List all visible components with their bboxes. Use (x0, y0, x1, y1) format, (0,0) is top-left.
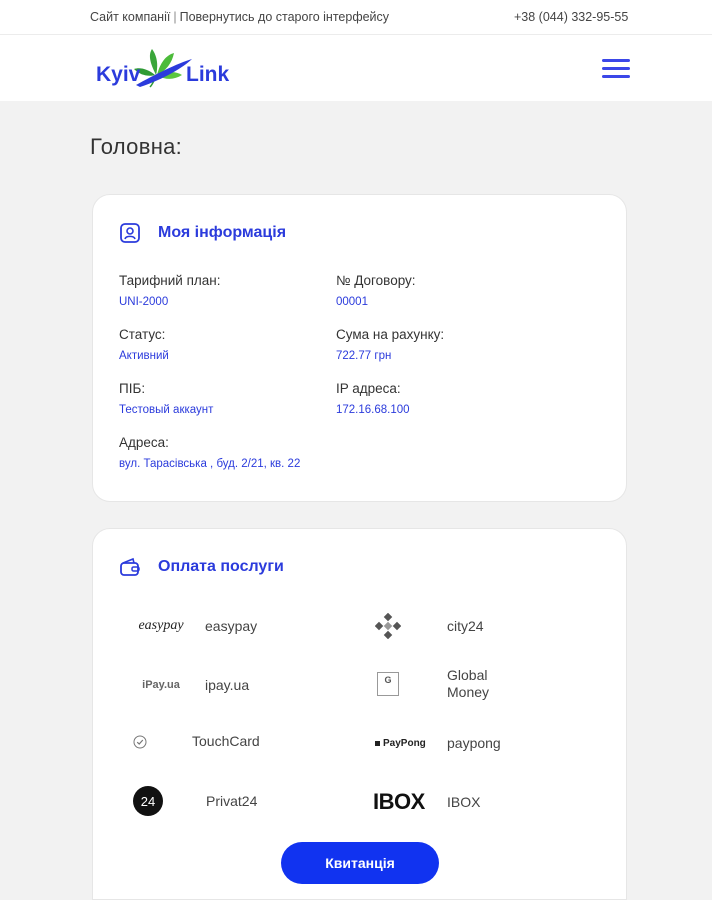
old-interface-link[interactable]: Повернутись до старого інтерфейсу (180, 10, 389, 24)
phone-number[interactable]: +38 (044) 332-95-55 (514, 10, 628, 24)
privat24-logo: 24 (133, 786, 163, 816)
receipt-button[interactable]: Квитанція (281, 842, 439, 884)
hamburger-menu-icon[interactable] (602, 59, 630, 79)
status-field: Статус: Активний (119, 327, 169, 362)
payment-ipay[interactable]: iPay.ua ipay.ua (131, 674, 249, 696)
balance-label: Сума на рахунку: (336, 327, 445, 342)
ipay-logo-text: iPay.ua (142, 679, 180, 691)
global-money-name: Global Money (447, 667, 489, 701)
payment-title: Оплата послуги (158, 558, 284, 575)
payment-city24[interactable]: city24 (375, 613, 484, 639)
paypong-logo-text: PayPong (383, 738, 426, 749)
ip-label: IP адреса: (336, 381, 401, 396)
easypay-logo: easypay (131, 613, 191, 639)
address-label: Адреса: (119, 435, 169, 450)
logo-text-link: Link (186, 63, 229, 86)
top-links: Сайт компанії | Повернутись до старого інт… (90, 10, 389, 24)
balance-field: Сума на рахунку: 722.77 грн (336, 327, 444, 362)
my-info-title: Моя інформація (158, 224, 287, 241)
global-money-name-line2: Money (447, 684, 490, 700)
logo-text-kyiv: Kyiv (96, 63, 141, 86)
ibox-logo-text: IBOX (373, 789, 425, 814)
touchcard-logo (133, 735, 147, 749)
payment-privat24[interactable]: 24 Privat24 (133, 786, 257, 816)
my-info-card: Моя інформація Тарифний план: UNI-2000 №… (92, 194, 627, 502)
easypay-name: easypay (205, 617, 258, 634)
ibox-logo: IBOX (373, 789, 437, 814)
contract-value: 00001 (336, 296, 368, 308)
ipay-name: ipay.ua (205, 676, 250, 693)
payment-touchcard[interactable]: TouchCard (133, 733, 260, 750)
user-id-icon (120, 223, 140, 243)
payment-paypong[interactable]: PayPong paypong (375, 735, 501, 752)
ipay-logo: iPay.ua (131, 674, 191, 696)
contract-field: № Договору: 00001 (336, 273, 416, 308)
touchcard-name: TouchCard (192, 733, 260, 749)
status-value: Активний (119, 350, 169, 362)
check-circle-icon (133, 735, 147, 748)
payment-global-money[interactable]: G Global Money (371, 667, 489, 701)
paypong-logo: PayPong (375, 736, 437, 752)
city24-logo-icon (375, 613, 401, 639)
global-money-name-line1: Global (447, 667, 488, 683)
payment-header: Оплата послуги (119, 555, 284, 579)
tariff-label: Тарифний план: (119, 273, 221, 288)
city24-logo (375, 613, 401, 639)
easypay-logo-text: easypay (138, 618, 184, 633)
header: Kyiv Link (0, 35, 712, 101)
name-label: ПІБ: (119, 381, 146, 396)
global-money-logo: G (371, 667, 405, 701)
logo-graphic: Kyiv Link (96, 49, 229, 88)
page-title: Головна: (90, 134, 183, 159)
privat24-name: Privat24 (206, 792, 258, 809)
status-label: Статус: (119, 327, 166, 342)
balance-value: 722.77 грн (336, 350, 392, 362)
global-money-logo-text: G (384, 675, 392, 685)
contract-label: № Договору: (336, 273, 416, 288)
global-money-logo-frame: G (377, 672, 399, 696)
paypong-logo-mark (375, 741, 380, 746)
name-field: ПІБ: Тестовый аккаунт (119, 381, 213, 416)
top-bar: Сайт компанії | Повернутись до старого інт… (0, 0, 712, 35)
company-site-link[interactable]: Сайт компанії (90, 10, 170, 24)
privat24-logo-text: 24 (140, 793, 156, 809)
tariff-value: UNI-2000 (119, 296, 169, 308)
city24-name: city24 (447, 617, 484, 634)
payment-card: Оплата послуги easypay easypay city24 iP… (92, 528, 627, 900)
paypong-name: paypong (447, 735, 501, 751)
name-value: Тестовый аккаунт (119, 404, 214, 416)
payment-easypay[interactable]: easypay easypay (131, 613, 257, 639)
address-field: Адреса: вул. Тарасівська , буд. 2/21, кв… (119, 435, 300, 470)
top-links-separator: | (173, 10, 177, 24)
ip-field: IP адреса: 172.16.68.100 (336, 381, 410, 416)
ip-value: 172.16.68.100 (336, 404, 410, 416)
tariff-field: Тарифний план: UNI-2000 (119, 273, 221, 308)
address-value: вул. Тарасівська , буд. 2/21, кв. 22 (119, 458, 301, 470)
ibox-name: IBOX (447, 793, 481, 810)
payment-ibox[interactable]: IBOX IBOX (373, 789, 481, 814)
wallet-icon (120, 557, 140, 576)
kyivlink-logo[interactable]: Kyiv Link (94, 45, 234, 91)
my-info-header: Моя інформація (119, 221, 286, 245)
